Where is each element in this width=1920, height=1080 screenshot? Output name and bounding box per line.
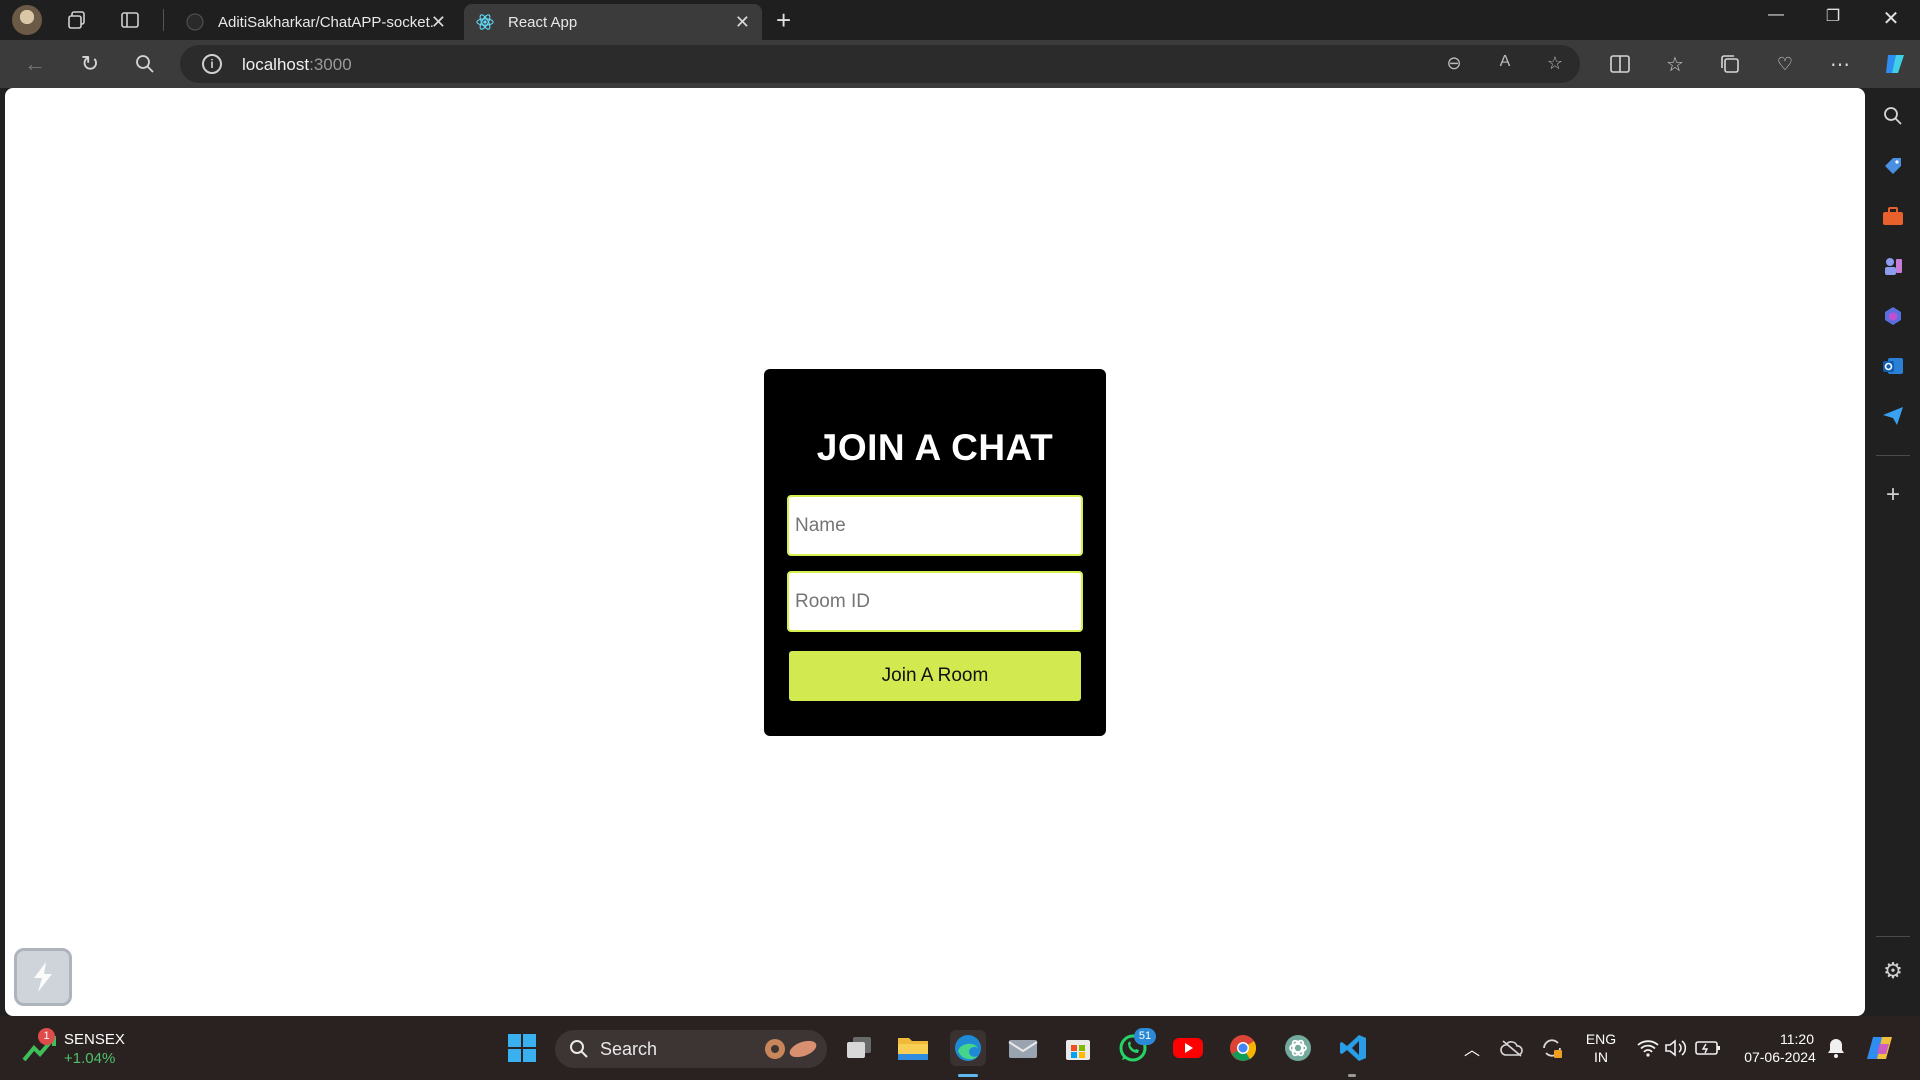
- browser-toolbar: ← ↻ i localhost:3000 ⊖ A ☆ ☆ ♡ ⋯: [0, 40, 1920, 88]
- search-label: Search: [600, 1039, 658, 1059]
- tab-react-app[interactable]: React App ✕: [464, 4, 762, 40]
- site-info-icon[interactable]: i: [202, 54, 222, 74]
- tab-github[interactable]: AditiSakharkar/ChatAPP-socket.io ✕: [174, 4, 458, 40]
- send-icon[interactable]: [1880, 403, 1906, 429]
- extension-floating-icon[interactable]: [14, 948, 72, 1006]
- battery-icon[interactable]: [1690, 1030, 1726, 1066]
- games-icon[interactable]: [1880, 253, 1906, 279]
- browser-tab-strip: AditiSakharkar/ChatAPP-socket.io ✕ React…: [0, 0, 1920, 40]
- sync-icon[interactable]: [1534, 1030, 1570, 1066]
- whatsapp-badge: 51: [1134, 1028, 1156, 1045]
- restore-icon[interactable]: ❐: [1813, 6, 1853, 26]
- minimize-icon[interactable]: —: [1756, 6, 1796, 24]
- windows-start-icon[interactable]: [504, 1030, 540, 1066]
- tab-title: React App: [508, 13, 578, 31]
- page-title: JOIN A CHAT: [816, 427, 1054, 468]
- widget-name: SENSEX: [64, 1031, 125, 1048]
- search-icon[interactable]: [130, 50, 160, 78]
- tools-icon[interactable]: [1880, 203, 1906, 229]
- refresh-icon[interactable]: ↻: [75, 50, 105, 78]
- tab-divider: [163, 9, 164, 31]
- join-room-button[interactable]: Join A Room: [789, 651, 1081, 701]
- clock[interactable]: 11:20 07-06-2024: [1734, 1030, 1826, 1066]
- sidebar-divider: [1876, 936, 1910, 937]
- name-input[interactable]: [787, 495, 1083, 556]
- read-aloud-icon[interactable]: A: [1493, 53, 1517, 71]
- microsoft-365-icon[interactable]: [1880, 303, 1906, 329]
- onedrive-offline-icon[interactable]: [1494, 1030, 1530, 1066]
- collections-icon[interactable]: [1715, 50, 1745, 78]
- page-viewport: JOIN A CHAT Join A Room: [5, 88, 1865, 1016]
- stock-widget[interactable]: SENSEX +1.04%: [64, 1030, 125, 1068]
- split-screen-icon[interactable]: [1605, 50, 1635, 78]
- vertical-tabs-icon[interactable]: [115, 6, 145, 34]
- favorites-icon[interactable]: ☆: [1660, 50, 1690, 78]
- taskbar-search[interactable]: Search: [555, 1030, 827, 1068]
- chatgpt-icon[interactable]: [1280, 1030, 1316, 1066]
- sidebar-search-icon[interactable]: [1880, 103, 1906, 129]
- region-code: IN: [1594, 1049, 1608, 1065]
- tab-title: AditiSakharkar/ChatAPP-socket.io: [218, 13, 434, 31]
- widget-change: +1.04%: [64, 1050, 116, 1067]
- back-icon[interactable]: ←: [20, 50, 50, 78]
- clock-date: 07-06-2024: [1744, 1049, 1816, 1065]
- edge-sidebar: + ⚙: [1866, 88, 1920, 1016]
- room-id-input[interactable]: [787, 571, 1083, 632]
- shopping-tag-icon[interactable]: [1880, 153, 1906, 179]
- new-tab-icon[interactable]: +: [776, 5, 791, 36]
- more-options-icon[interactable]: ⋯: [1825, 50, 1855, 78]
- notification-badge: 1: [38, 1028, 55, 1045]
- youtube-icon[interactable]: [1170, 1030, 1206, 1066]
- copilot-icon[interactable]: [1880, 50, 1910, 78]
- active-app-indicator: [958, 1074, 978, 1077]
- windows-taskbar: 1 SENSEX +1.04% Search 51 ︿ ENG IN 11:20…: [0, 1016, 1920, 1080]
- address-bar[interactable]: i localhost:3000 ⊖ A ☆: [180, 45, 1580, 83]
- volume-icon[interactable]: [1658, 1030, 1694, 1066]
- react-icon: [476, 13, 494, 31]
- file-explorer-icon[interactable]: [895, 1030, 931, 1066]
- language-code: ENG: [1585, 1031, 1617, 1047]
- running-app-indicator: [1348, 1074, 1356, 1077]
- mail-icon[interactable]: [1005, 1030, 1041, 1066]
- notification-bell-icon[interactable]: [1818, 1030, 1854, 1066]
- join-chat-card: JOIN A CHAT Join A Room: [764, 369, 1106, 736]
- profile-avatar[interactable]: [12, 5, 42, 35]
- window-close-icon[interactable]: ✕: [1871, 6, 1911, 31]
- url-text: localhost:3000: [242, 55, 352, 74]
- chrome-icon[interactable]: [1225, 1030, 1261, 1066]
- copilot-taskbar-icon[interactable]: [1862, 1030, 1898, 1066]
- chevron-up-icon[interactable]: ︿: [1454, 1030, 1490, 1066]
- outlook-icon[interactable]: [1880, 353, 1906, 379]
- browser-essentials-icon[interactable]: ♡: [1770, 50, 1800, 78]
- settings-gear-icon[interactable]: ⚙: [1880, 958, 1906, 984]
- search-highlight-icon: [765, 1039, 817, 1059]
- vscode-icon[interactable]: [1335, 1030, 1371, 1066]
- language-indicator[interactable]: ENG IN: [1580, 1030, 1622, 1066]
- search-icon: [570, 1040, 588, 1058]
- close-icon[interactable]: ✕: [431, 12, 446, 33]
- close-icon[interactable]: ✕: [735, 12, 750, 33]
- sidebar-divider: [1876, 455, 1910, 456]
- workspaces-icon[interactable]: [62, 6, 92, 34]
- zoom-out-icon[interactable]: ⊖: [1442, 53, 1466, 74]
- edge-browser-icon[interactable]: [950, 1030, 986, 1066]
- favorite-star-icon[interactable]: ☆: [1543, 53, 1567, 74]
- task-view-icon[interactable]: [841, 1030, 877, 1066]
- add-icon[interactable]: +: [1880, 481, 1906, 508]
- clock-time: 11:20: [1780, 1031, 1814, 1047]
- github-icon: [186, 13, 204, 31]
- microsoft-store-icon[interactable]: [1060, 1030, 1096, 1066]
